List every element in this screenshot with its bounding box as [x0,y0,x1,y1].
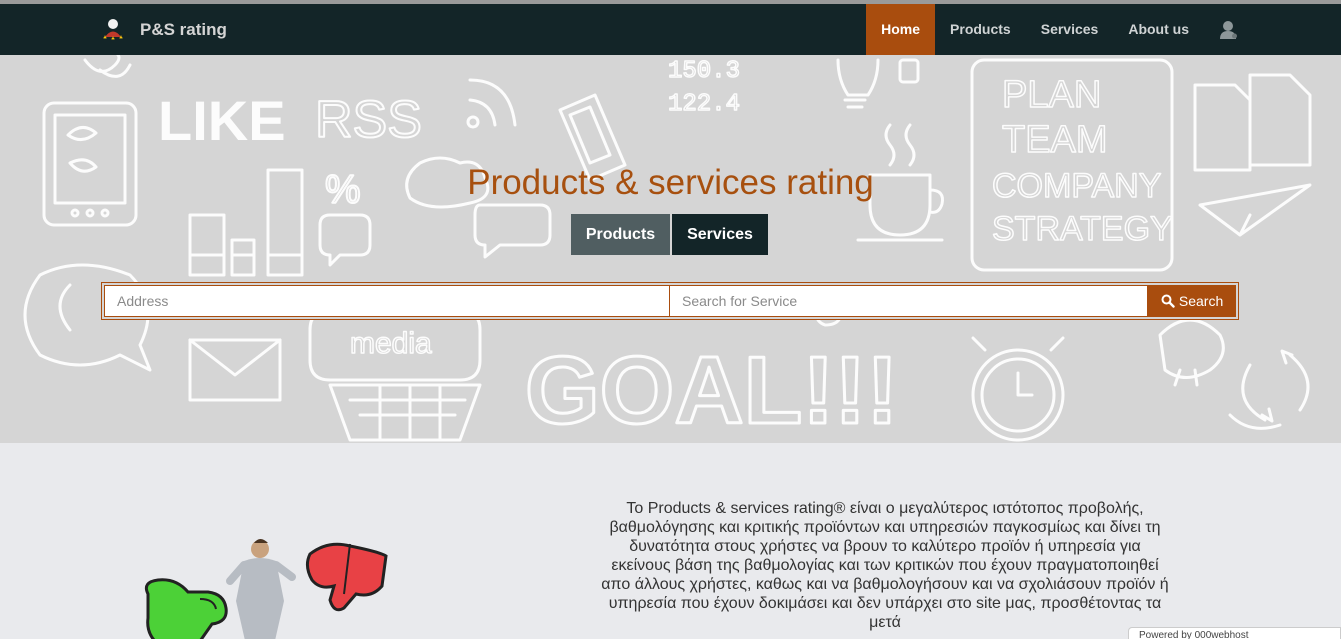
toggle-services-button[interactable]: Services [672,214,768,255]
doodle-number-1: 150.3 [668,58,740,85]
hero-banner: LIKE RSS % 150.3 122.4 PLAN TEAM COMPANY… [0,55,1341,443]
about-text: Το Products & services rating® είναι ο μ… [601,500,1169,631]
doodle-team: TEAM [1002,119,1108,161]
search-button[interactable]: Search [1148,285,1236,317]
nav-products[interactable]: Products [935,4,1026,55]
doodle-goal: GOAL!!! [525,337,898,443]
search-icon [1161,294,1175,308]
nav-services[interactable]: Services [1026,4,1114,55]
top-navbar: P&S rating Home Products Services About … [0,4,1341,55]
main-nav: Home Products Services About us [866,4,1341,55]
powered-by-badge[interactable]: Powered by 000webhost [1128,627,1341,639]
nav-about-us[interactable]: About us [1113,4,1204,55]
toggle-products-button[interactable]: Products [571,214,670,255]
doodle-number-2: 122.4 [668,91,740,118]
search-bar: Address Search for Service Search [101,282,1239,320]
user-menu[interactable] [1204,4,1254,55]
doodle-strategy: STRATEGY [992,210,1173,248]
brand-name: P&S rating [140,20,227,39]
brand-logo-icon [103,19,123,40]
about-section: Το Products & services rating® είναι ο μ… [0,443,1341,639]
brand[interactable]: P&S rating [100,16,227,44]
search-button-label: Search [1178,293,1224,309]
service-search-input[interactable]: Search for Service [670,285,1149,317]
type-toggle: Products Services [571,214,768,255]
doodle-plan: PLAN [1002,74,1101,116]
doodle-rss: RSS [315,91,422,149]
doodle-media: media [350,327,432,360]
address-input[interactable]: Address [104,285,670,317]
user-icon [1220,20,1237,39]
hero-title: Products & services rating [467,163,874,202]
thumbs-illustration [144,539,388,639]
doodle-like: LIKE [158,89,286,152]
nav-home[interactable]: Home [866,4,936,55]
